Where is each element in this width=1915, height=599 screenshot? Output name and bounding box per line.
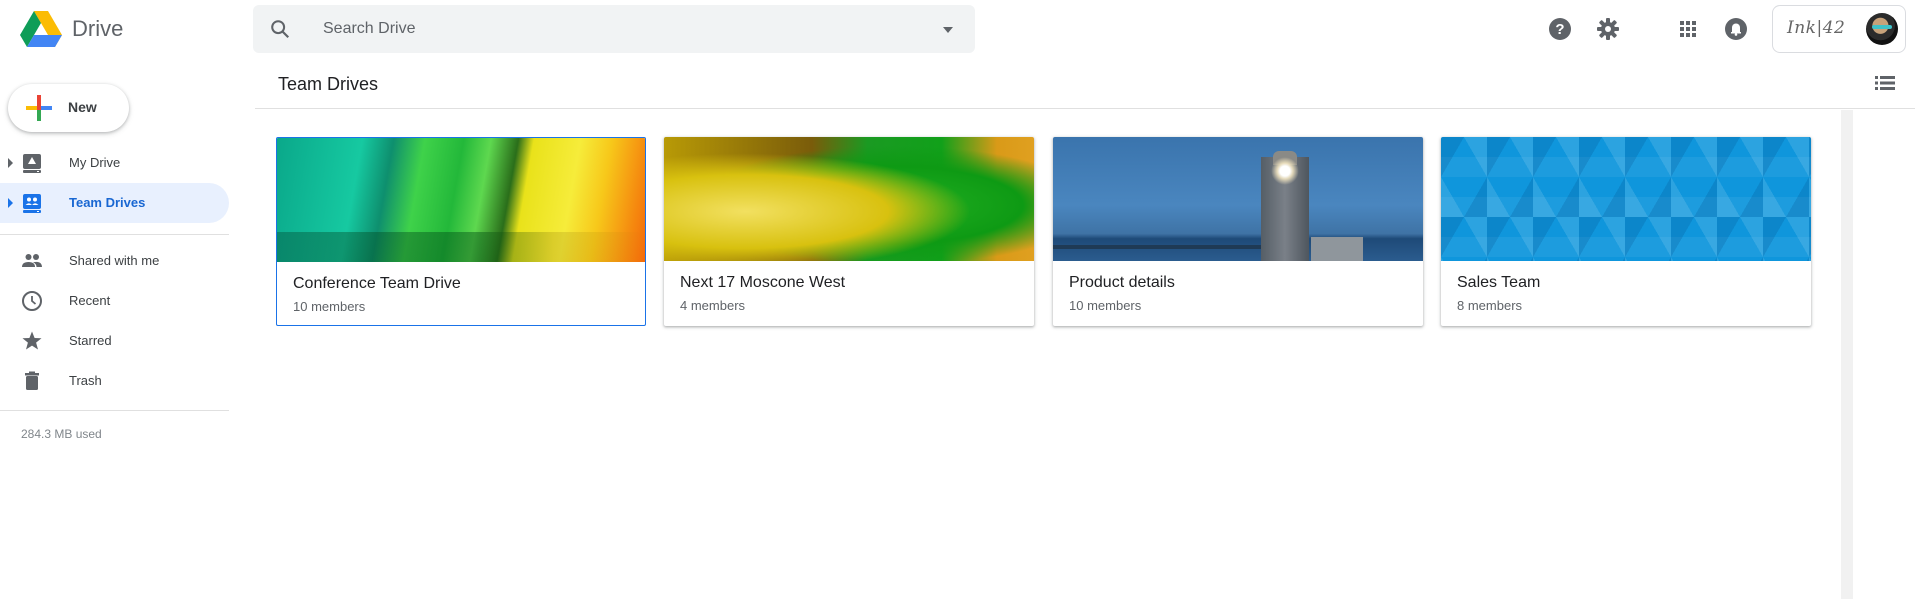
google-drive-logo-icon[interactable] <box>20 11 62 47</box>
plus-icon <box>26 95 52 121</box>
sidebar-item-label: Starred <box>69 333 112 348</box>
content-header: Team Drives <box>255 58 1915 109</box>
avatar[interactable] <box>1866 13 1898 45</box>
storage-usage[interactable]: 284.3 MB used <box>21 427 102 441</box>
team-drive-cover-image <box>664 137 1034 261</box>
team-drive-card[interactable]: Product details 10 members <box>1053 137 1423 326</box>
team-drive-card[interactable]: Sales Team 8 members <box>1441 137 1811 326</box>
sidebar-item-label: My Drive <box>69 155 121 170</box>
sidebar-item-label: Recent <box>69 293 111 308</box>
team-drive-members: 10 members <box>1069 298 1142 313</box>
sidebar-item-label: Shared with me <box>69 253 160 268</box>
team-drives-icon <box>23 194 41 213</box>
sidebar-item-label: Team Drives <box>69 195 146 210</box>
top-bar: Drive ? <box>0 0 1915 58</box>
sidebar: New My Drive Team Drives Shared with me <box>0 58 240 599</box>
team-drive-card[interactable]: Next 17 Moscone West 4 members <box>664 137 1034 326</box>
new-button[interactable]: New <box>8 84 129 132</box>
app-name: Drive <box>72 16 124 41</box>
my-drive-icon <box>23 154 41 173</box>
account-switcher[interactable]: Ink|42 <box>1772 5 1906 53</box>
team-drive-cover-image <box>1053 137 1423 261</box>
search-icon[interactable] <box>269 18 291 40</box>
sidebar-item-label: Trash <box>69 373 102 388</box>
search-bar[interactable] <box>253 5 975 53</box>
shared-people-icon <box>22 254 42 267</box>
sidebar-item-starred[interactable]: Starred <box>0 321 229 361</box>
sidebar-item-team-drives[interactable]: Team Drives <box>0 183 229 223</box>
trash-icon <box>25 371 39 390</box>
search-input[interactable] <box>323 5 883 53</box>
team-drive-card[interactable]: Conference Team Drive 10 members <box>276 137 646 326</box>
sidebar-item-shared-with-me[interactable]: Shared with me <box>0 241 229 281</box>
team-drive-members: 8 members <box>1457 298 1523 313</box>
new-button-label: New <box>68 99 97 115</box>
notifications-icon[interactable] <box>1724 17 1748 41</box>
search-options-dropdown-icon[interactable] <box>943 27 953 33</box>
sidebar-divider <box>0 234 229 235</box>
help-icon[interactable]: ? <box>1548 17 1572 41</box>
vertical-scrollbar[interactable] <box>1841 110 1853 599</box>
organization-logo: Ink|42 <box>1787 18 1846 38</box>
apps-grid-icon[interactable] <box>1676 17 1700 41</box>
expand-arrow-icon[interactable] <box>8 158 13 168</box>
clock-icon <box>22 291 42 311</box>
team-drive-members: 10 members <box>293 299 366 314</box>
team-drive-cover-image <box>1441 137 1811 261</box>
team-drive-cover-image <box>277 138 645 262</box>
page-title: Team Drives <box>278 74 379 94</box>
list-view-icon[interactable] <box>1875 74 1895 92</box>
sidebar-divider <box>0 410 229 411</box>
team-drive-name: Product details <box>1069 274 1175 291</box>
team-drive-name: Next 17 Moscone West <box>680 274 846 291</box>
svg-text:?: ? <box>1555 21 1564 38</box>
settings-icon[interactable] <box>1596 17 1620 41</box>
sidebar-item-my-drive[interactable]: My Drive <box>0 143 229 183</box>
star-icon <box>22 331 42 350</box>
expand-arrow-icon[interactable] <box>8 198 13 208</box>
sidebar-item-recent[interactable]: Recent <box>0 281 229 321</box>
team-drive-name: Sales Team <box>1457 274 1541 291</box>
team-drive-members: 4 members <box>680 298 746 313</box>
sidebar-item-trash[interactable]: Trash <box>0 361 229 401</box>
team-drive-name: Conference Team Drive <box>293 275 461 292</box>
